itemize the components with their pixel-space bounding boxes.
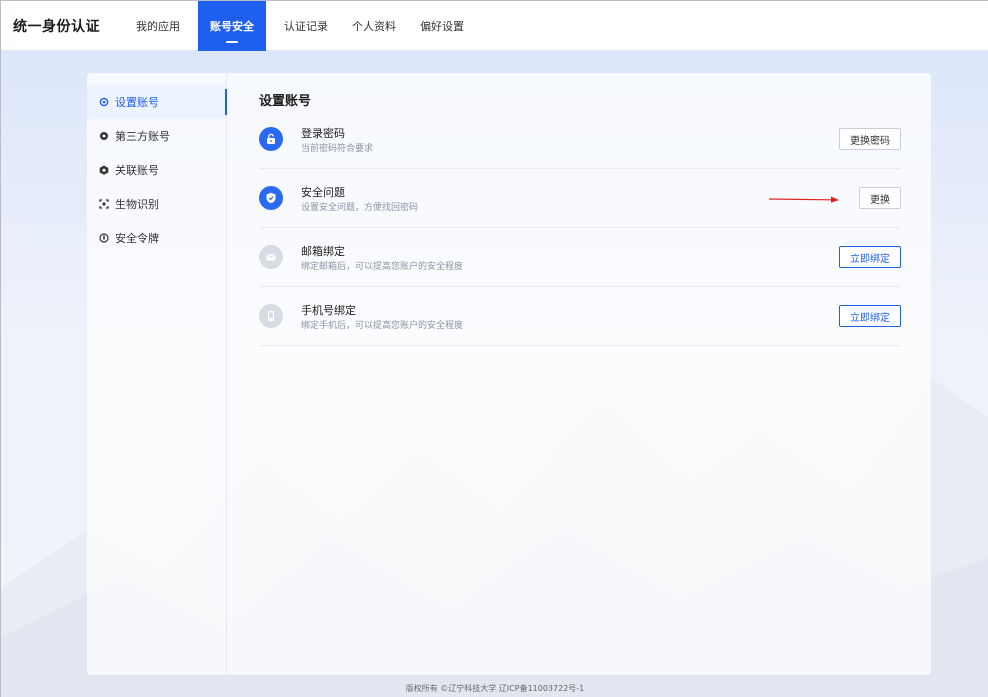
sidebar-item-label: 安全令牌: [115, 232, 159, 245]
row-title: 邮箱绑定: [301, 244, 345, 258]
footer-copyright: 版权所有 ©辽宁科技大学 辽ICP备11003722号-1: [405, 684, 585, 693]
tab-auth-records[interactable]: 认证记录: [272, 1, 340, 51]
sidebar: 设置账号 第三方账号 关联账号 生物识别 安全令牌: [87, 73, 227, 675]
gear-icon: [99, 97, 109, 107]
sidebar-item-security-token[interactable]: 安全令牌: [87, 221, 226, 255]
shield-icon: [259, 186, 283, 210]
settings-card: 设置账号 第三方账号 关联账号 生物识别 安全令牌 设置账号 登录密码 当前密码…: [87, 73, 931, 675]
main-content: 设置账号 登录密码 当前密码符合要求 更换密码 安全问题 设置安全问题，方便找回…: [259, 73, 901, 346]
change-password-button[interactable]: 更换密码: [839, 128, 901, 150]
tab-profile[interactable]: 个人资料: [340, 1, 408, 51]
sidebar-item-third-party[interactable]: 第三方账号: [87, 119, 226, 153]
tab-preferences[interactable]: 偏好设置: [408, 1, 476, 51]
phone-icon: [259, 304, 283, 328]
sidebar-item-label: 关联账号: [115, 164, 159, 177]
sidebar-item-account-settings[interactable]: 设置账号: [87, 85, 227, 119]
third-party-icon: [99, 131, 109, 141]
top-navigation: 统一身份认证 我的应用 账号安全 认证记录 个人资料 偏好设置: [1, 0, 988, 51]
row-description: 绑定手机后，可以提高您账户的安全程度: [301, 320, 464, 331]
setting-row-login-password: 登录密码 当前密码符合要求 更换密码: [259, 110, 901, 169]
row-description: 绑定邮箱后，可以提高您账户的安全程度: [301, 261, 464, 272]
setting-row-email-binding: 邮箱绑定 绑定邮箱后，可以提高您账户的安全程度 立即绑定: [259, 228, 901, 287]
biometric-icon: [99, 199, 109, 209]
brand-title: 统一身份认证: [13, 18, 100, 35]
bind-email-button[interactable]: 立即绑定: [839, 246, 901, 268]
tab-account-security[interactable]: 账号安全: [198, 0, 266, 51]
setting-row-phone-binding: 手机号绑定 绑定手机后，可以提高您账户的安全程度 立即绑定: [259, 287, 901, 346]
setting-row-security-question: 安全问题 设置安全问题，方便找回密码 更换: [259, 169, 901, 228]
sidebar-item-linked-account[interactable]: 关联账号: [87, 153, 226, 187]
row-title: 登录密码: [301, 126, 345, 140]
sidebar-item-label: 生物识别: [115, 198, 159, 211]
row-description: 当前密码符合要求: [301, 143, 374, 154]
change-security-question-button[interactable]: 更换: [859, 187, 901, 209]
annotation-arrow-icon: [769, 196, 839, 203]
sidebar-item-label: 设置账号: [115, 96, 159, 109]
lock-icon: [259, 127, 283, 151]
sidebar-item-label: 第三方账号: [115, 130, 170, 143]
bind-phone-button[interactable]: 立即绑定: [839, 305, 901, 327]
token-icon: [99, 233, 109, 243]
link-account-icon: [99, 165, 109, 175]
page-title: 设置账号: [259, 94, 312, 109]
mail-icon: [259, 245, 283, 269]
sidebar-item-biometric[interactable]: 生物识别: [87, 187, 226, 221]
row-title: 手机号绑定: [301, 303, 356, 317]
tab-my-apps[interactable]: 我的应用: [124, 1, 192, 51]
